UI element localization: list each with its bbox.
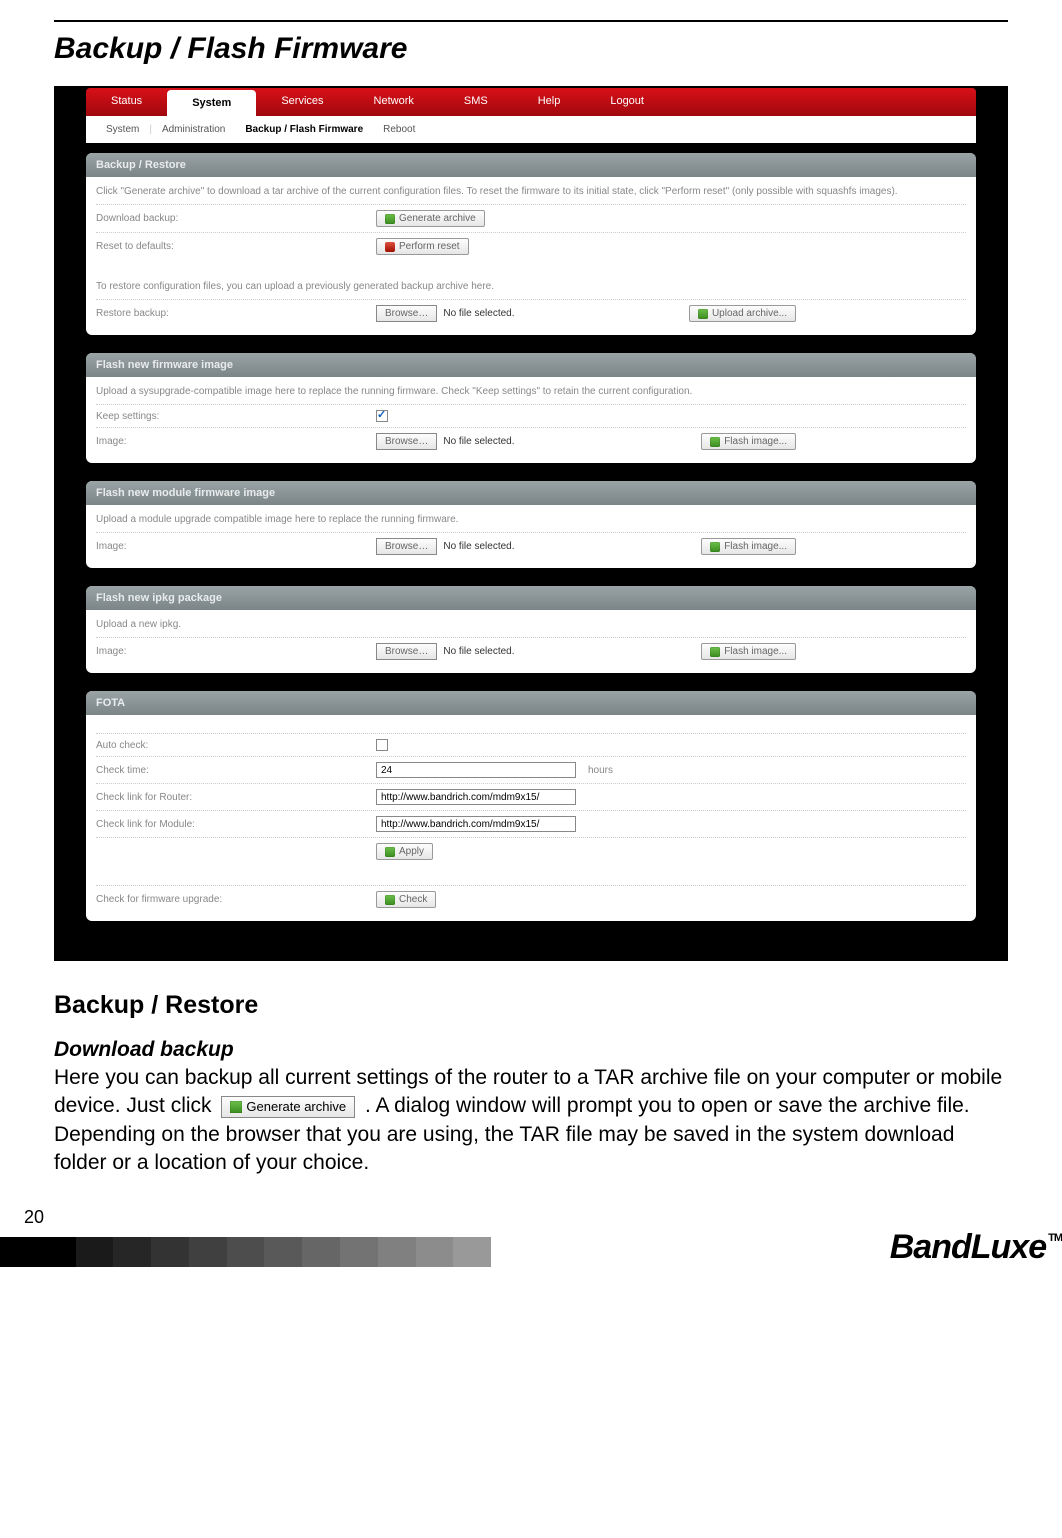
panel-flash-module: Flash new module firmware image Upload a… [86,481,976,568]
panel-fota: FOTA Auto check: Check time: hours [86,691,976,921]
panel-backup-restore: Backup / Restore Click "Generate archive… [86,153,976,335]
green-icon [230,1101,242,1113]
hint-text: To restore configuration files, you can … [96,280,966,293]
green-icon [710,647,720,657]
generate-archive-button[interactable]: Generate archive [376,210,485,227]
btn-label: Perform reset [399,241,460,252]
btn-label: Flash image... [724,436,787,447]
flash-image-button[interactable]: Flash image... [701,643,796,660]
file-status: No file selected. [443,308,514,319]
label-check-upgrade: Check for firmware upgrade: [96,894,376,905]
file-status: No file selected. [443,646,514,657]
label-image: Image: [96,436,376,447]
btn-label: Check [399,894,427,905]
check-button[interactable]: Check [376,891,436,908]
tab-help[interactable]: Help [513,88,586,116]
page-title: Backup / Flash Firmware [54,32,1008,66]
btn-label: Generate archive [399,213,476,224]
unit-hours: hours [588,765,613,776]
apply-button[interactable]: Apply [376,843,433,860]
brand-logo: BandLuxeTM [890,1228,1062,1267]
label-restore-backup: Restore backup: [96,308,376,319]
label-image: Image: [96,646,376,657]
doc-h3: Download backup [54,1038,1008,1062]
hint-text: Upload a sysupgrade-compatible image her… [96,385,966,398]
label-reset-defaults: Reset to defaults: [96,241,376,252]
color-strip [0,1237,680,1267]
tab-network[interactable]: Network [349,88,439,116]
browse-button[interactable]: Browse… [376,538,437,555]
panel-head: FOTA [86,691,976,715]
label-download-backup: Download backup: [96,213,376,224]
btn-label: Apply [399,846,424,857]
green-icon [385,895,395,905]
red-icon [385,242,395,252]
label-keep-settings: Keep settings: [96,411,376,422]
check-time-input[interactable] [376,762,576,778]
label-router-link: Check link for Router: [96,792,376,803]
doc-paragraph: Here you can backup all current settings… [54,1064,1008,1177]
tab-logout[interactable]: Logout [585,88,669,116]
browse-button[interactable]: Browse… [376,643,437,660]
file-status: No file selected. [443,436,514,447]
page-number: 20 [24,1207,1062,1228]
label-image: Image: [96,541,376,552]
panel-head: Backup / Restore [86,153,976,177]
browse-button[interactable]: Browse… [376,305,437,322]
subtab-backup[interactable]: Backup / Flash Firmware [245,124,363,135]
btn-label: Upload archive... [712,308,787,319]
flash-image-button[interactable]: Flash image... [701,538,796,555]
keep-settings-checkbox[interactable] [376,410,388,422]
btn-label: Flash image... [724,541,787,552]
hint-text: Upload a module upgrade compatible image… [96,513,966,526]
flash-image-button[interactable]: Flash image... [701,433,796,450]
subtab-reboot[interactable]: Reboot [383,124,415,135]
main-tabs: Status System Services Network SMS Help … [86,88,976,116]
module-link-input[interactable] [376,816,576,832]
doc-h2: Backup / Restore [54,991,1008,1020]
page-footer: BandLuxeTM [0,1228,1062,1267]
tab-sms[interactable]: SMS [439,88,513,116]
tab-status[interactable]: Status [86,88,167,116]
trademark-icon: TM [1048,1232,1062,1244]
upload-archive-button[interactable]: Upload archive... [689,305,796,322]
panel-flash-ipkg: Flash new ipkg package Upload a new ipkg… [86,586,976,673]
panel-head: Flash new ipkg package [86,586,976,610]
subtab-admin[interactable]: Administration [162,124,225,135]
hint-text: Click "Generate archive" to download a t… [96,185,966,198]
green-icon [710,542,720,552]
label-check-time: Check time: [96,765,376,776]
panel-head: Flash new module firmware image [86,481,976,505]
browse-button[interactable]: Browse… [376,433,437,450]
perform-reset-button[interactable]: Perform reset [376,238,469,255]
brand-text: BandLuxe [890,1228,1046,1267]
label-auto-check: Auto check: [96,740,376,751]
tab-system[interactable]: System [167,90,256,116]
green-icon [385,214,395,224]
green-icon [385,847,395,857]
btn-label: Flash image... [724,646,787,657]
panel-head: Flash new firmware image [86,353,976,377]
label-module-link: Check link for Module: [96,819,376,830]
router-link-input[interactable] [376,789,576,805]
screenshot-panel: Status System Services Network SMS Help … [54,86,1008,961]
green-icon [698,309,708,319]
panel-flash-firmware: Flash new firmware image Upload a sysupg… [86,353,976,463]
btn-label: Generate archive [246,1098,346,1116]
sub-tabs: System | Administration Backup / Flash F… [86,116,976,143]
subtab-system[interactable]: System [106,124,139,135]
separator: | [149,124,152,135]
file-status: No file selected. [443,541,514,552]
green-icon [710,437,720,447]
auto-check-checkbox[interactable] [376,739,388,751]
inline-generate-archive-button: Generate archive [221,1096,355,1118]
tab-services[interactable]: Services [256,88,348,116]
hint-text: Upload a new ipkg. [96,618,966,631]
